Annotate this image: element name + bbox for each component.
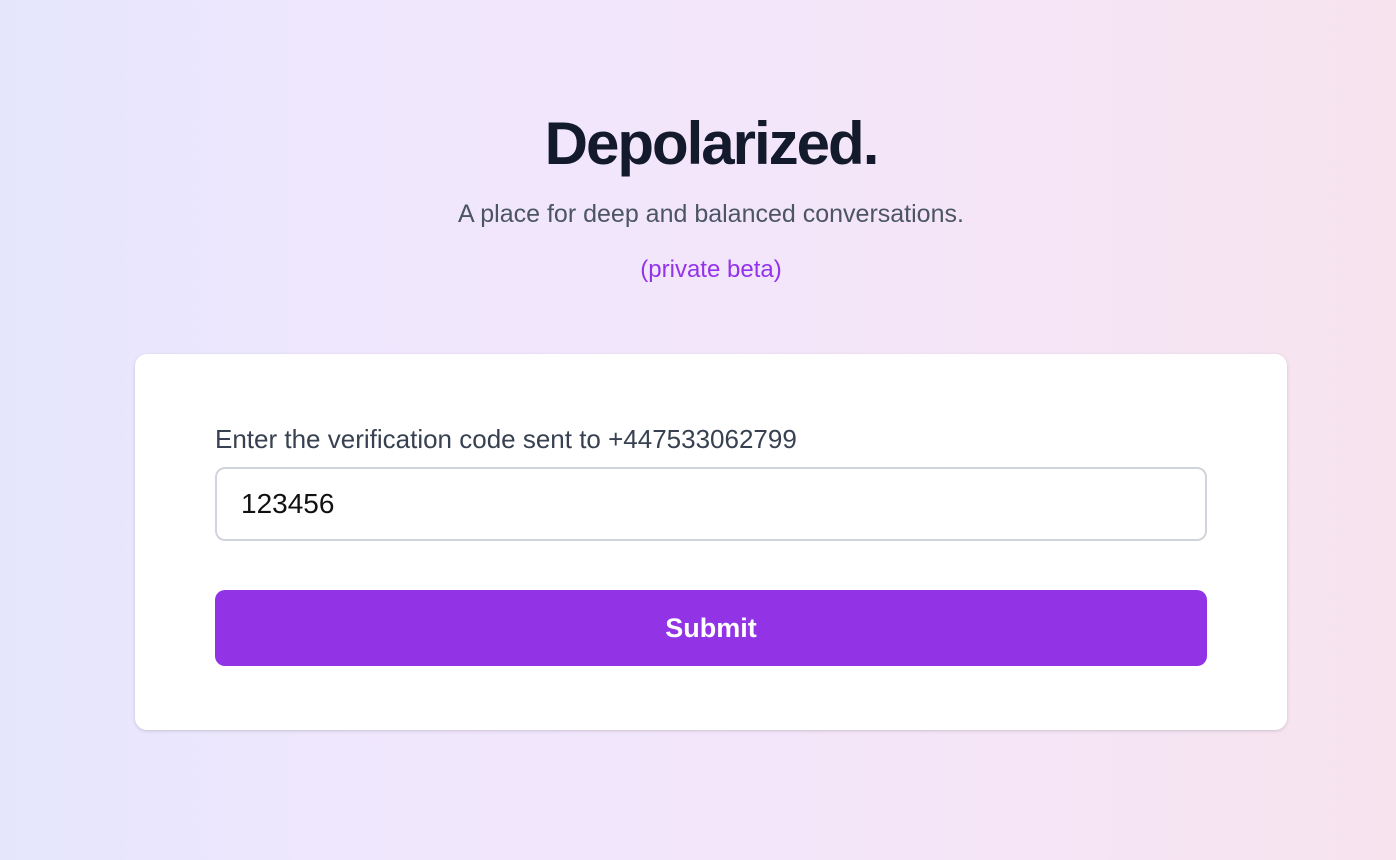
tagline: A place for deep and balanced conversati… [458, 200, 964, 228]
verification-code-label: Enter the verification code sent to +447… [215, 424, 797, 454]
beta-note: (private beta) [640, 256, 782, 283]
verification-card: Enter the verification code sent to +447… [135, 354, 1287, 730]
app-title: Depolarized. [544, 110, 880, 177]
verification-code-input[interactable] [215, 467, 1207, 541]
submit-button[interactable]: Submit [215, 590, 1207, 666]
